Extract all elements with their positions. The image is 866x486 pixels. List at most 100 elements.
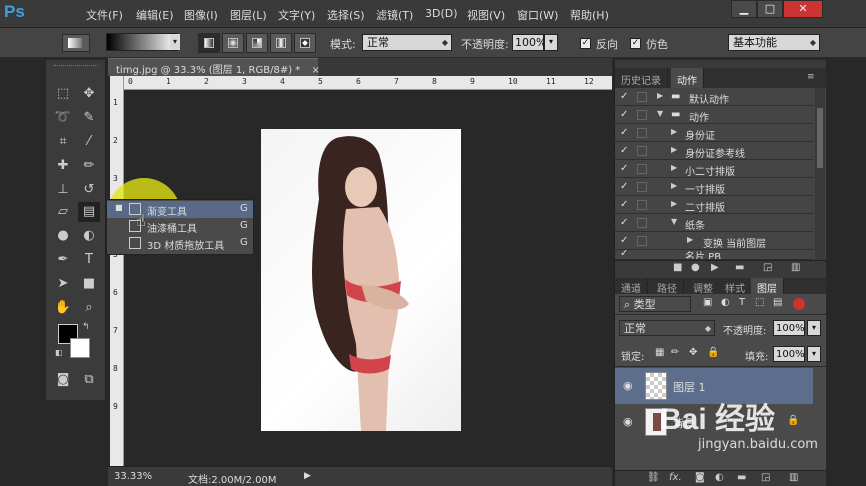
fx-icon[interactable]: fx. [669, 472, 682, 483]
menu-layer[interactable]: 图层(L) [230, 7, 267, 23]
eraser-tool-icon[interactable]: ▱ [52, 202, 74, 222]
quick-selection-tool-icon[interactable]: ✎ [78, 108, 100, 128]
gradient-tool-icon[interactable]: ▤ [78, 202, 100, 222]
type-filter-icon[interactable]: T [739, 297, 745, 308]
lock-position-icon[interactable]: ✥ [689, 347, 697, 358]
menu-edit[interactable]: 编辑(E) [136, 7, 174, 23]
record-icon[interactable]: ● [691, 262, 700, 273]
fill-input[interactable]: 100% [773, 346, 805, 362]
default-colors-icon[interactable]: ◧ [55, 348, 63, 357]
menu-window[interactable]: 窗口(W) [517, 7, 558, 23]
toolbox-grip[interactable] [54, 60, 98, 66]
mode-select[interactable]: 正常 ◆ [362, 34, 452, 51]
menu-select[interactable]: 选择(S) [327, 7, 365, 23]
eye-icon[interactable]: ◉ [623, 379, 633, 392]
lock-transparency-icon[interactable]: ▦ [655, 347, 664, 358]
adjustment-layer-icon[interactable]: ◐ [715, 472, 724, 483]
action-item[interactable]: ✓ ▶ 小二寸排版 [615, 160, 813, 178]
trash-icon[interactable]: ▥ [791, 262, 800, 273]
status-menu-arrow-icon[interactable]: ▶ [304, 471, 311, 481]
menu-filter[interactable]: 滤镜(T) [376, 7, 413, 23]
lock-all-icon[interactable]: 🔒 [707, 347, 719, 358]
scrollbar-thumb[interactable] [817, 108, 823, 168]
zoom-tool-icon[interactable]: ⌕ [78, 298, 100, 318]
flyout-item-paint-bucket[interactable]: 油漆桶工具 G [107, 218, 253, 235]
layer-opacity-input[interactable]: 100% [773, 320, 805, 336]
type-tool-icon[interactable]: T [78, 250, 100, 270]
crop-tool-icon[interactable]: ⌗ [52, 132, 74, 152]
action-step[interactable]: ✓ ▶ 变换 当前图层 [615, 232, 813, 250]
tab-actions[interactable]: 动作 [671, 68, 704, 88]
action-item[interactable]: ✓ ▶ 身份证 [615, 124, 813, 142]
tab-paths[interactable]: 路径 [651, 278, 684, 295]
lock-image-icon[interactable]: ✏ [671, 347, 679, 358]
document-tab[interactable]: timg.jpg @ 33.3% (图层 1, RGB/8#) * × [108, 58, 320, 76]
history-brush-tool-icon[interactable]: ↺ [78, 180, 100, 200]
fill-dropdown[interactable]: ▾ [807, 346, 821, 362]
new-action-icon[interactable]: ◲ [763, 262, 772, 273]
shape-tool-icon[interactable]: ■ [78, 274, 100, 294]
layer-name[interactable]: 图层 1 [673, 379, 706, 395]
close-button[interactable]: ✕ [783, 0, 823, 18]
screen-mode-icon[interactable]: ⧉ [78, 370, 100, 390]
menu-file[interactable]: 文件(F) [86, 7, 123, 23]
shape-filter-icon[interactable]: ⬚ [755, 297, 764, 308]
smart-object-filter-icon[interactable]: ▤ [773, 297, 782, 308]
filter-toggle-icon[interactable] [793, 298, 805, 310]
expand-arrow-icon[interactable]: ▶ [671, 199, 677, 208]
menu-image[interactable]: 图像(I) [184, 7, 218, 23]
healing-brush-tool-icon[interactable]: ✚ [52, 156, 74, 176]
linear-gradient-button[interactable] [198, 33, 220, 53]
radial-gradient-button[interactable] [222, 33, 244, 53]
path-selection-tool-icon[interactable]: ➤ [52, 274, 74, 294]
new-group-icon[interactable]: ▬ [737, 472, 746, 483]
workspace-select[interactable]: 基本功能 ◆ [728, 34, 820, 51]
new-layer-icon[interactable]: ◲ [761, 472, 770, 483]
clone-stamp-tool-icon[interactable]: ⊥ [52, 180, 74, 200]
collapse-arrow-icon[interactable]: ▼ [671, 217, 677, 226]
action-item[interactable]: ✓ ▶ 二寸排版 [615, 196, 813, 214]
menu-help[interactable]: 帮助(H) [570, 7, 609, 23]
move-tool-icon[interactable]: ✥ [78, 84, 100, 104]
expand-arrow-icon[interactable]: ▶ [687, 235, 693, 244]
tab-adjustments[interactable]: 调整 [687, 278, 720, 295]
gradient-preview[interactable] [106, 33, 178, 51]
panel-menu-icon[interactable]: ≡ [807, 72, 815, 82]
new-set-icon[interactable]: ▬ [735, 262, 744, 273]
action-set-default[interactable]: ✓ ▶ ▬ 默认动作 [615, 88, 813, 106]
diamond-gradient-button[interactable] [294, 33, 316, 53]
tab-channels[interactable]: 通道 [615, 278, 648, 295]
brush-tool-icon[interactable]: ✏ [78, 156, 100, 176]
document-image[interactable] [261, 129, 461, 431]
trash-icon[interactable]: ▥ [789, 472, 798, 483]
gradient-dropdown-arrow[interactable]: ▾ [170, 34, 180, 50]
action-item[interactable]: ✓ ▶ 一寸排版 [615, 178, 813, 196]
dither-checkbox[interactable]: ✓ [630, 38, 641, 49]
menu-view[interactable]: 视图(V) [467, 7, 505, 23]
quick-mask-icon[interactable]: ◙ [52, 370, 74, 390]
reflected-gradient-button[interactable] [270, 33, 292, 53]
expand-arrow-icon[interactable]: ▶ [671, 163, 677, 172]
stop-icon[interactable]: ■ [673, 262, 682, 273]
marquee-tool-icon[interactable]: ⬚ [52, 84, 74, 104]
action-set-actions[interactable]: ✓ ▼ ▬ 动作 [615, 106, 813, 124]
opacity-input[interactable]: 100% [512, 34, 546, 51]
layer-opacity-dropdown[interactable]: ▾ [807, 320, 821, 336]
menu-3d[interactable]: 3D(D) [425, 7, 458, 20]
pixel-filter-icon[interactable]: ▣ [703, 297, 712, 308]
angle-gradient-button[interactable] [246, 33, 268, 53]
link-layers-icon[interactable]: ⛓ [647, 472, 660, 483]
eye-icon[interactable]: ◉ [623, 415, 633, 428]
opacity-dropdown-button[interactable]: ▾ [544, 34, 558, 51]
minimize-button[interactable]: ▁ [731, 0, 757, 18]
blend-mode-select[interactable]: 正常 ◆ [619, 320, 715, 336]
expand-arrow-icon[interactable]: ▶ [671, 145, 677, 154]
flyout-item-3d-material-drop[interactable]: 3D 材质拖放工具 G [107, 235, 253, 252]
lasso-tool-icon[interactable]: ➰ [52, 108, 74, 128]
expand-arrow-icon[interactable]: ▶ [657, 91, 663, 100]
blur-tool-icon[interactable]: ● [52, 226, 74, 246]
layer-filter-select[interactable]: ⌕ 类型 [619, 296, 691, 312]
pen-tool-icon[interactable]: ✒ [52, 250, 74, 270]
layer-mask-icon[interactable]: ◙ [695, 472, 705, 483]
zoom-level[interactable]: 33.33% [114, 471, 152, 482]
